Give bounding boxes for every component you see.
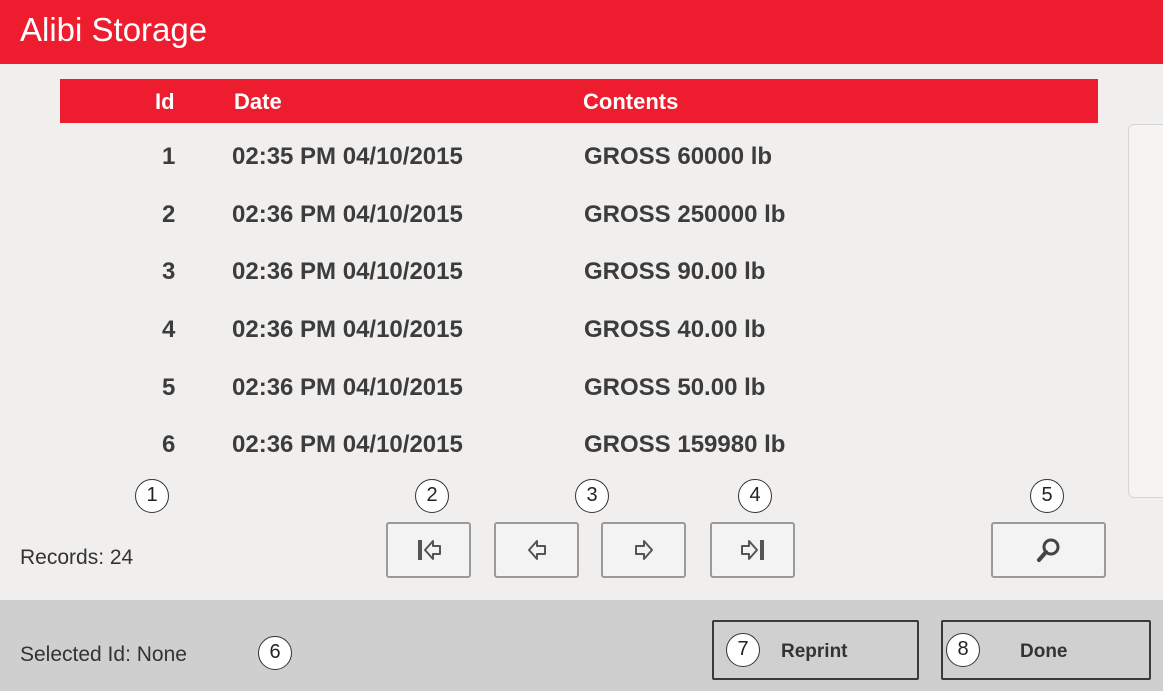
app-title: Alibi Storage xyxy=(20,11,208,48)
table-row[interactable]: 3 02:36 PM 04/10/2015 GROSS 90.00 lb xyxy=(60,253,1098,293)
cell-date: 02:36 PM 04/10/2015 xyxy=(232,431,463,458)
cell-date: 02:36 PM 04/10/2015 xyxy=(232,316,463,343)
cell-date: 02:35 PM 04/10/2015 xyxy=(232,143,463,170)
callout-1: 1 xyxy=(135,479,169,513)
reprint-button[interactable]: 7 Reprint xyxy=(712,620,919,680)
last-page-button[interactable] xyxy=(710,522,795,578)
done-button[interactable]: 8 Done xyxy=(941,620,1151,680)
first-page-button[interactable] xyxy=(386,522,471,578)
callout-3: 3 xyxy=(575,479,609,513)
cell-date: 02:36 PM 04/10/2015 xyxy=(232,201,463,228)
selected-id-label: Selected Id: None xyxy=(20,643,187,667)
cell-id: 3 xyxy=(162,258,176,285)
table-row[interactable]: 4 02:36 PM 04/10/2015 GROSS 40.00 lb xyxy=(60,311,1098,351)
next-page-icon xyxy=(634,540,653,560)
cell-date: 02:36 PM 04/10/2015 xyxy=(232,374,463,401)
cell-contents: GROSS 50.00 lb xyxy=(584,374,766,401)
search-button[interactable] xyxy=(991,522,1106,578)
cell-id: 4 xyxy=(162,316,176,343)
previous-page-icon xyxy=(527,540,546,560)
table-header: Id Date Contents xyxy=(60,79,1098,123)
cell-contents: GROSS 40.00 lb xyxy=(584,316,766,343)
cell-contents: GROSS 60000 lb xyxy=(584,143,773,170)
last-page-icon xyxy=(740,540,764,560)
callout-4: 4 xyxy=(738,479,772,513)
reprint-button-label: Reprint xyxy=(781,641,848,662)
title-bar: Alibi Storage xyxy=(0,0,1163,64)
cell-id: 6 xyxy=(162,431,176,458)
previous-page-button[interactable] xyxy=(494,522,579,578)
callout-5: 5 xyxy=(1030,479,1064,513)
table-row[interactable]: 5 02:36 PM 04/10/2015 GROSS 50.00 lb xyxy=(60,369,1098,409)
table-row[interactable]: 2 02:36 PM 04/10/2015 GROSS 250000 lb xyxy=(60,196,1098,236)
cell-id: 5 xyxy=(162,374,176,401)
column-header-date: Date xyxy=(234,89,282,114)
cell-date: 02:36 PM 04/10/2015 xyxy=(232,258,463,285)
next-page-button[interactable] xyxy=(601,522,686,578)
cell-contents: GROSS 90.00 lb xyxy=(584,258,766,285)
search-icon xyxy=(1036,538,1059,562)
done-button-label: Done xyxy=(1020,641,1068,662)
callout-8: 8 xyxy=(946,633,980,667)
cell-id: 2 xyxy=(162,201,176,228)
callout-2: 2 xyxy=(415,479,449,513)
cell-contents: GROSS 250000 lb xyxy=(584,201,786,228)
selected-id-caption: Selected Id: xyxy=(20,643,131,666)
column-header-contents: Contents xyxy=(583,89,679,114)
vertical-scrollbar[interactable] xyxy=(1128,124,1163,498)
selected-id-value: None xyxy=(136,643,187,666)
callout-7: 7 xyxy=(726,633,760,667)
table-row[interactable]: 6 02:36 PM 04/10/2015 GROSS 159980 lb xyxy=(60,426,1098,466)
first-page-icon xyxy=(417,540,441,560)
records-count: Records: 24 xyxy=(20,546,134,569)
callout-6: 6 xyxy=(258,636,292,670)
cell-id: 1 xyxy=(162,143,176,170)
table-row[interactable]: 1 02:35 PM 04/10/2015 GROSS 60000 lb xyxy=(60,138,1098,178)
cell-contents: GROSS 159980 lb xyxy=(584,431,786,458)
column-header-id: Id xyxy=(155,89,175,114)
